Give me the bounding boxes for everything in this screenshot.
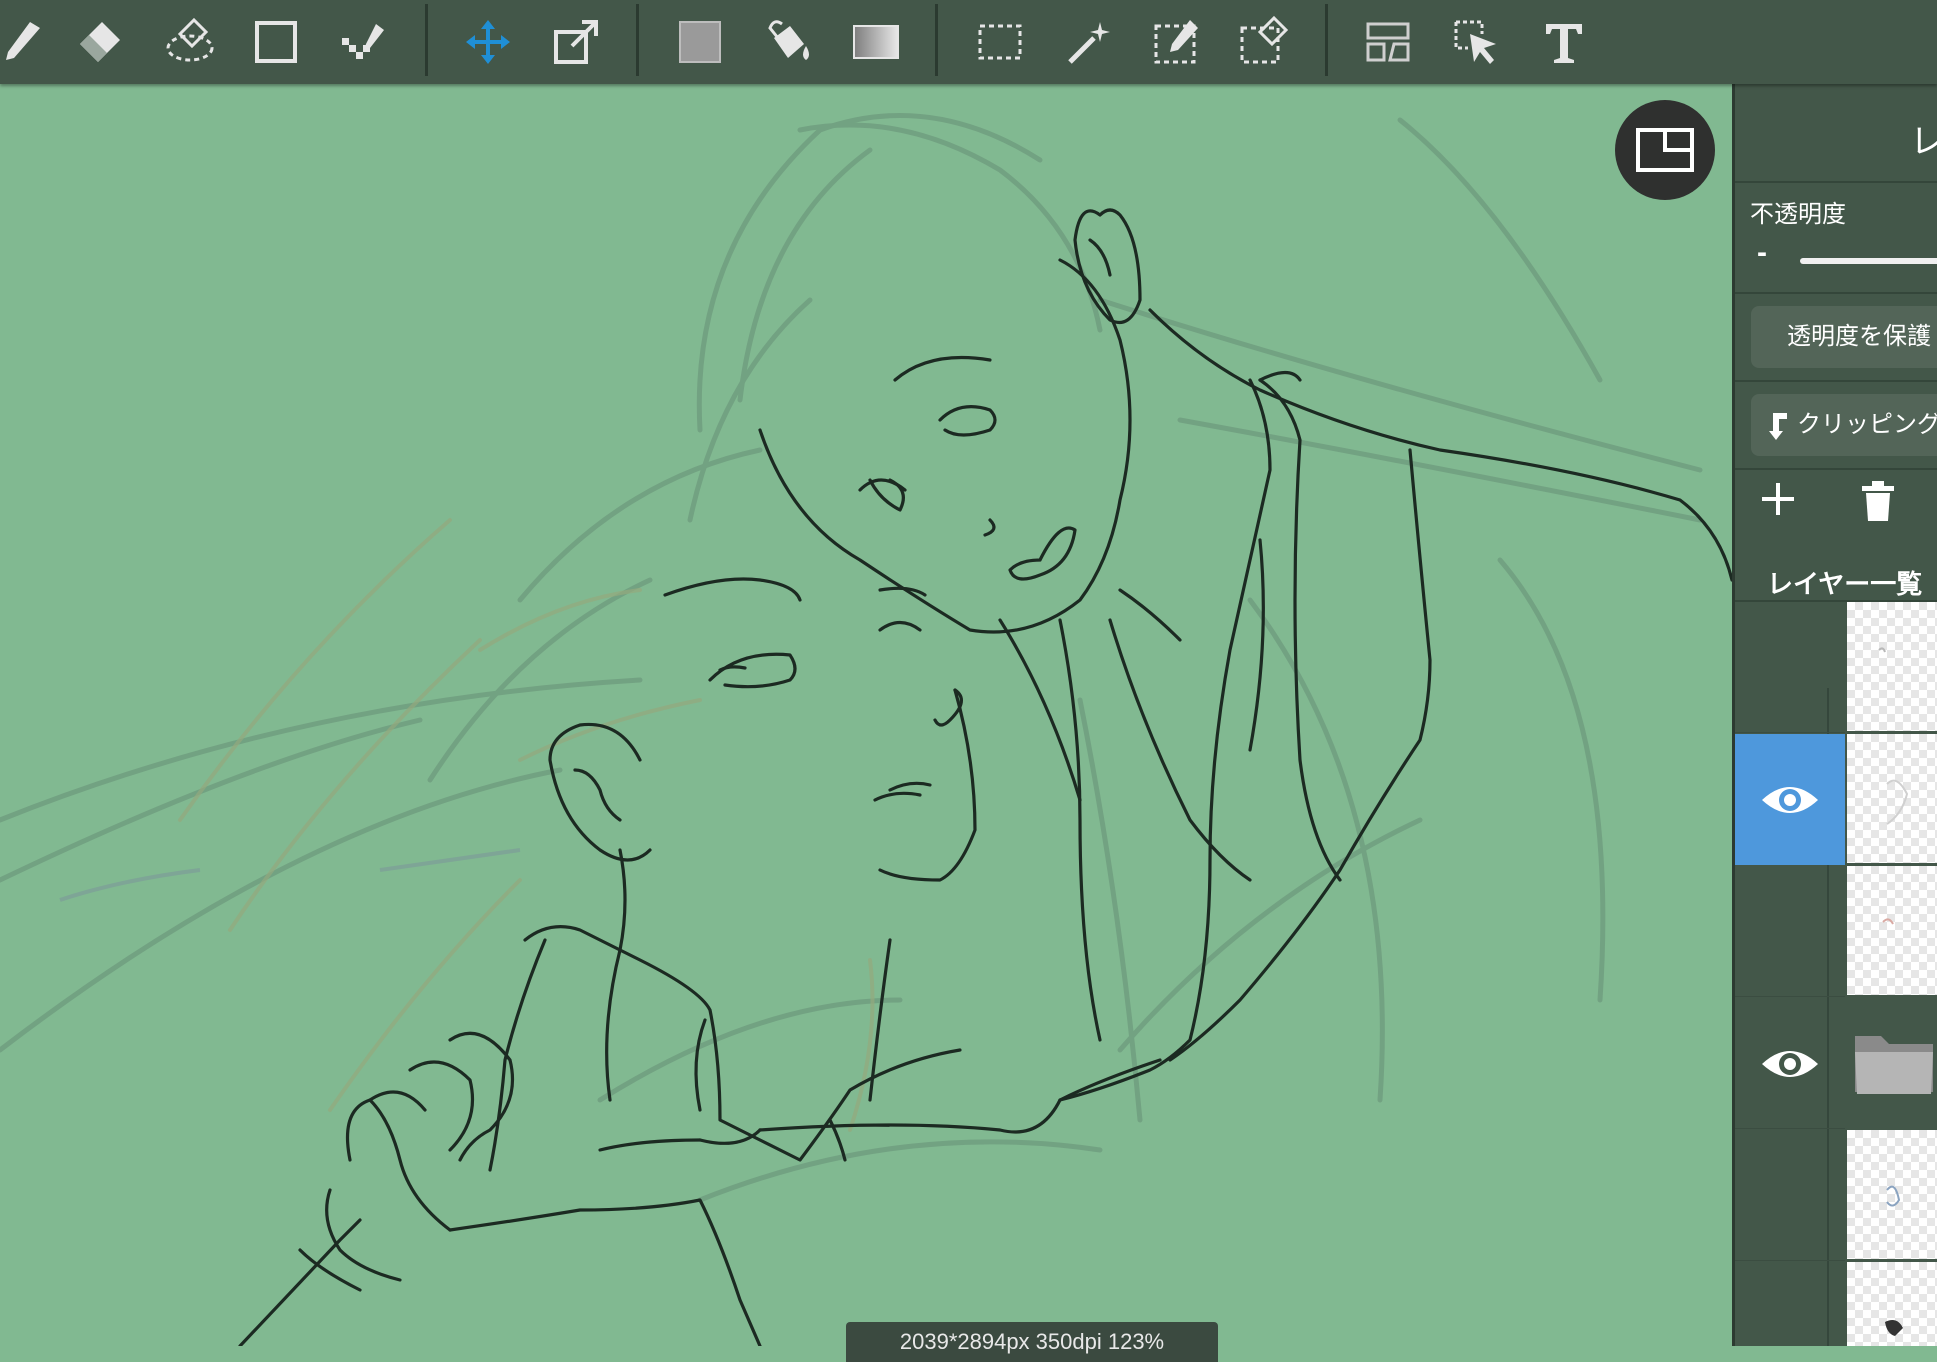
folder-thumbnail xyxy=(1847,998,1937,1127)
dot-pen-tool[interactable] xyxy=(332,10,396,74)
toolbar xyxy=(0,0,1937,84)
eraser-tool[interactable] xyxy=(68,10,132,74)
layer-visibility-toggle[interactable] xyxy=(1735,1130,1845,1261)
select-cursor-tool[interactable] xyxy=(1444,10,1508,74)
fill-color-icon xyxy=(679,21,721,63)
transform-tool[interactable] xyxy=(544,10,608,74)
layer-thumbnail xyxy=(1847,602,1937,731)
trash-icon[interactable] xyxy=(1858,479,1898,523)
eye-icon xyxy=(1762,786,1818,813)
canvas-status-bar: 2039*2894px 350dpi 123% xyxy=(846,1322,1218,1362)
shape-tool[interactable] xyxy=(244,10,308,74)
select-pen-tool[interactable] xyxy=(1146,10,1210,74)
select-cursor-icon xyxy=(1454,20,1496,64)
bucket-tool[interactable] xyxy=(756,10,820,74)
brush-icon xyxy=(6,22,40,60)
frame-divide-icon xyxy=(1366,22,1410,62)
protect-alpha-button[interactable]: 透明度を保護 xyxy=(1751,306,1937,368)
layer-list-title: レイヤー一覧 xyxy=(1767,569,1923,599)
line-art-sketch xyxy=(0,112,1732,1346)
select-eraser-icon xyxy=(1240,15,1289,64)
select-eraser-tool[interactable] xyxy=(1232,10,1296,74)
layer-thumbnail xyxy=(1847,1130,1937,1259)
protect-alpha-label: 透明度を保護 xyxy=(1787,323,1931,350)
layer-row[interactable] xyxy=(1735,866,1937,997)
transform-icon xyxy=(554,20,598,64)
layer-row[interactable] xyxy=(1735,602,1937,733)
shape-icon xyxy=(255,21,297,63)
text-icon xyxy=(1546,24,1582,63)
layer-thumbnail xyxy=(1847,1262,1937,1346)
select-rect-icon xyxy=(978,24,1022,60)
move-icon xyxy=(466,20,510,64)
clipping-button[interactable]: クリッピング xyxy=(1751,394,1937,456)
layer-panel: レ 不透明度 - 透明度を保護 クリッピング レイヤー一覧 xyxy=(1732,84,1937,1346)
layer-visibility-toggle[interactable] xyxy=(1735,602,1845,733)
layer-row-folder[interactable] xyxy=(1735,998,1937,1129)
dot-pen-icon xyxy=(342,24,384,59)
layer-thumbnail xyxy=(1847,734,1937,863)
layer-visibility-toggle[interactable] xyxy=(1735,734,1845,865)
magic-wand-icon xyxy=(1068,22,1110,64)
select-pen-icon xyxy=(1154,20,1198,64)
opacity-decrease-button[interactable]: - xyxy=(1757,236,1767,270)
frame-divide-tool[interactable] xyxy=(1356,10,1420,74)
opacity-slider[interactable] xyxy=(1800,258,1937,264)
layer-row[interactable] xyxy=(1735,1262,1937,1346)
layer-visibility-toggle[interactable] xyxy=(1735,998,1845,1129)
folder-icon xyxy=(1854,1035,1933,1094)
brush-tool[interactable] xyxy=(0,10,56,74)
clipping-label: クリッピング xyxy=(1797,411,1937,438)
move-tool[interactable] xyxy=(456,10,520,74)
eye-icon xyxy=(1762,1050,1818,1077)
layer-row[interactable] xyxy=(1735,1130,1937,1261)
clip-arrow-icon xyxy=(1769,412,1787,440)
plus-icon[interactable] xyxy=(1758,479,1798,519)
drawing-canvas[interactable] xyxy=(0,84,1732,1346)
navigator-icon xyxy=(1636,128,1694,172)
select-rect-tool[interactable] xyxy=(968,10,1032,74)
gradient-icon xyxy=(853,25,899,59)
layer-visibility-toggle[interactable] xyxy=(1735,866,1845,997)
navigator-button[interactable] xyxy=(1615,100,1715,200)
layer-visibility-toggle[interactable] xyxy=(1735,1262,1845,1346)
text-tool[interactable] xyxy=(1532,10,1596,74)
gradient-tool[interactable] xyxy=(844,10,908,74)
lasso-eraser-icon xyxy=(166,17,214,62)
lasso-eraser-tool[interactable] xyxy=(158,10,222,74)
bucket-icon xyxy=(768,20,809,60)
panel-title: レ xyxy=(1910,114,1937,163)
opacity-label: 不透明度 xyxy=(1750,201,1846,228)
magic-wand-tool[interactable] xyxy=(1056,10,1120,74)
layer-row-selected[interactable] xyxy=(1735,734,1937,865)
layer-thumbnail xyxy=(1847,866,1937,995)
eraser-icon xyxy=(80,22,120,62)
fill-color-tool[interactable] xyxy=(668,10,732,74)
